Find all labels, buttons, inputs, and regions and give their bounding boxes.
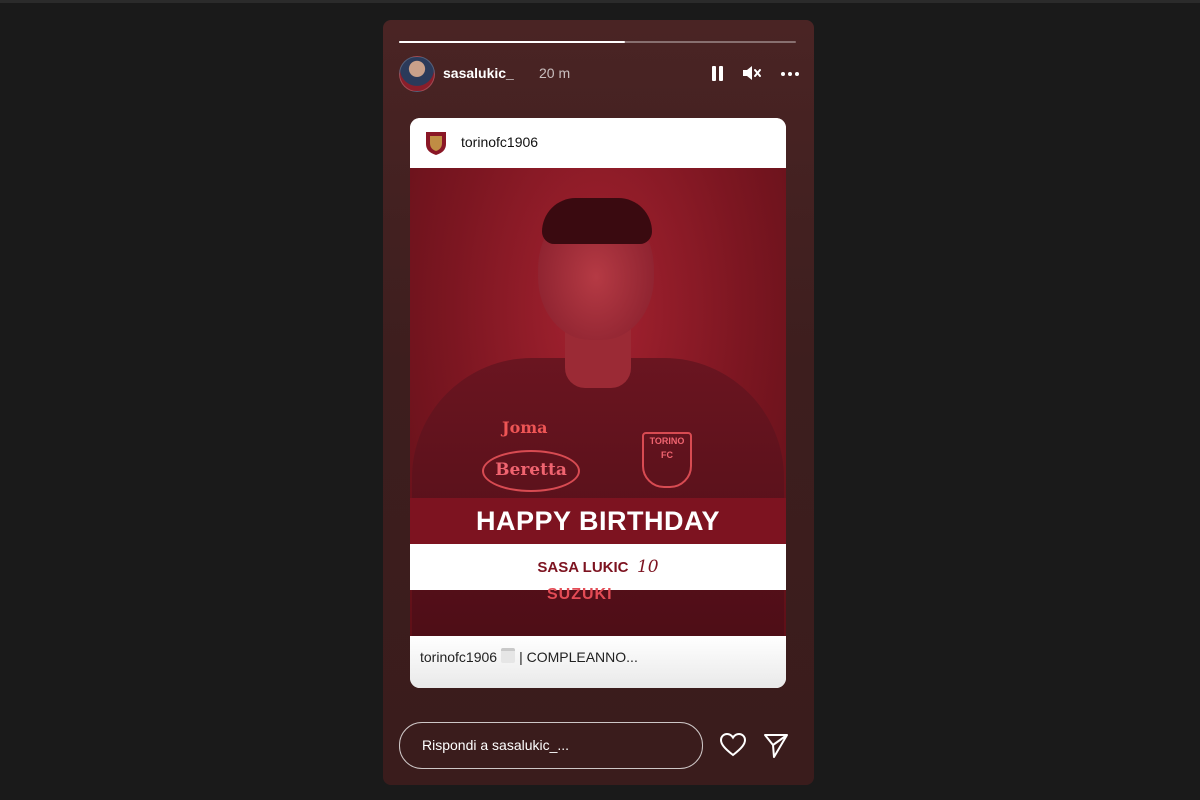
send-button[interactable] bbox=[761, 730, 791, 760]
more-icon-dot bbox=[795, 72, 799, 76]
window-top-border bbox=[0, 0, 1200, 3]
heart-icon bbox=[719, 732, 747, 757]
send-icon bbox=[764, 734, 788, 758]
shared-post-card[interactable]: torinofc1906 Joma Beretta TORINO FC HAPP… bbox=[410, 118, 786, 688]
player-name: SASA LUKIC bbox=[537, 559, 629, 576]
story-header: sasalukic_ 20 m bbox=[399, 56, 799, 92]
mute-button[interactable] bbox=[739, 60, 765, 86]
caption-username: torinofc1906 bbox=[420, 649, 498, 665]
avatar[interactable] bbox=[399, 56, 435, 92]
torino-logo-icon bbox=[426, 132, 446, 155]
story-timestamp: 20 m bbox=[539, 65, 571, 81]
story-viewer[interactable]: sasalukic_ 20 m torinofc1906 Joma Berett… bbox=[383, 20, 814, 785]
reply-input[interactable]: Rispondi a sasalukic_... bbox=[399, 722, 703, 769]
sponsor-suzuki-logo: SUZUKI bbox=[547, 586, 613, 603]
more-options-button[interactable] bbox=[779, 60, 805, 86]
shared-post-username[interactable]: torinofc1906 bbox=[461, 134, 538, 150]
cake-emoji-icon bbox=[501, 648, 516, 663]
player-hair bbox=[542, 198, 652, 244]
sponsor-beretta-logo: Beretta bbox=[482, 450, 580, 492]
mute-icon bbox=[743, 66, 761, 80]
more-icon-dot bbox=[781, 72, 785, 76]
story-progress-fill bbox=[399, 41, 626, 43]
player-name-band: SASA LUKIC 10 bbox=[410, 544, 786, 590]
reply-placeholder: Rispondi a sasalukic_... bbox=[422, 737, 570, 753]
story-progress-bar bbox=[399, 41, 796, 43]
pause-button[interactable] bbox=[705, 60, 731, 86]
story-username[interactable]: sasalukic_ bbox=[443, 65, 514, 81]
more-icon-dot bbox=[788, 72, 792, 76]
player-number: 10 bbox=[636, 557, 659, 577]
shared-post-header: torinofc1906 bbox=[410, 118, 786, 168]
shared-post-image: Joma Beretta TORINO FC HAPPY BIRTHDAY SA… bbox=[410, 168, 786, 636]
shared-post-caption: torinofc1906 | COMPLEANNO... bbox=[420, 648, 638, 665]
torino-crest: TORINO FC bbox=[642, 432, 692, 488]
shared-post-caption-area: torinofc1906 | COMPLEANNO... bbox=[410, 636, 786, 688]
sponsor-joma-logo: Joma bbox=[502, 418, 548, 437]
caption-text: | COMPLEANNO... bbox=[519, 649, 638, 665]
birthday-headline: HAPPY BIRTHDAY bbox=[410, 498, 786, 544]
like-button[interactable] bbox=[718, 730, 748, 760]
